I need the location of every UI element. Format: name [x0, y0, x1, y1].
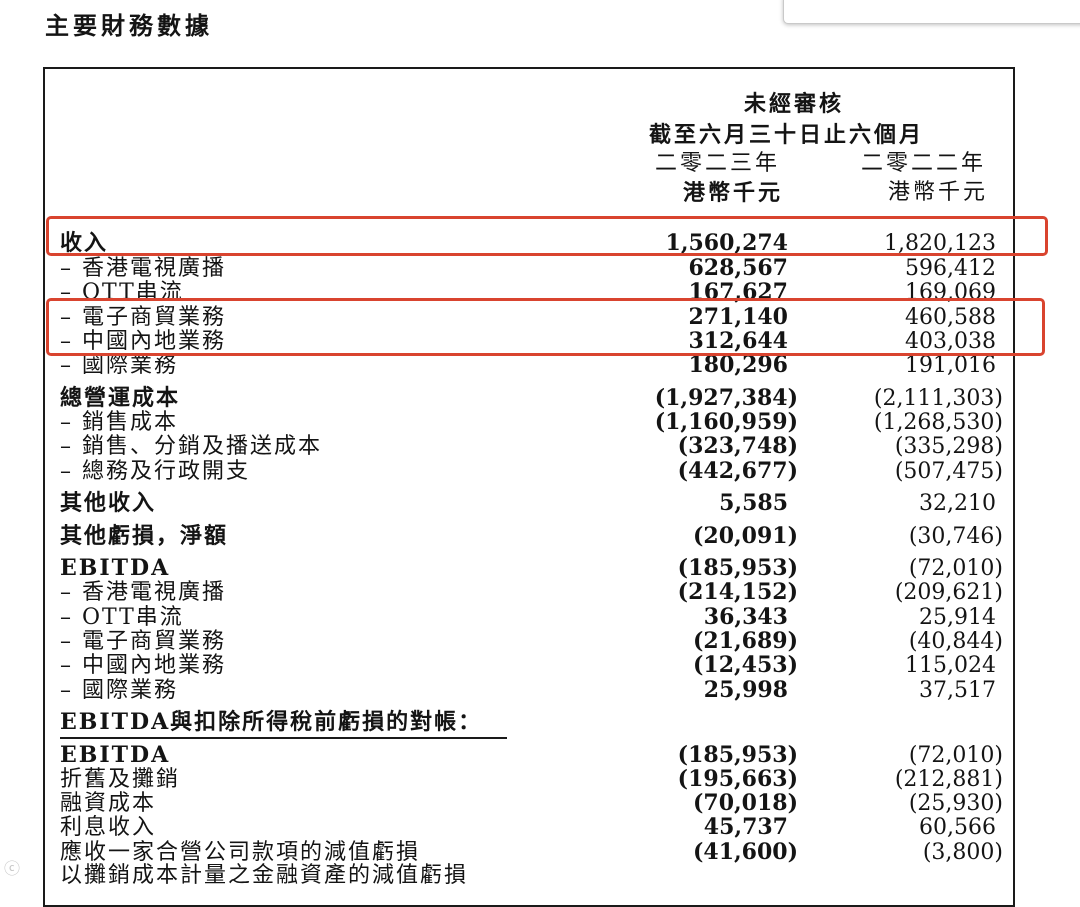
value-2022: (1,268,530): [873, 410, 1003, 435]
section-underline: [60, 737, 507, 739]
header-year-2023: 二零二三年: [655, 151, 781, 176]
row-label: 總營運成本: [60, 385, 181, 411]
header-unit-2022: 港幣千元: [888, 180, 989, 205]
value-2023: (214,152): [677, 579, 798, 605]
table-row: 融資成本 (70,018) (25,930): [0, 790, 1080, 817]
highlight-revenue-box: [46, 216, 1048, 256]
table-row: 其他虧損，淨額 (20,091) (30,746): [0, 523, 1080, 550]
table-row: EBITDA與扣除所得稅前虧損的對帳：: [0, 710, 1080, 735]
table-row: – 國際業務 180,296 191,016: [0, 352, 1080, 379]
value-2022: (507,475): [894, 459, 1003, 484]
value-2022: 60,566: [919, 815, 996, 840]
value-2022: (2,111,303): [873, 386, 1003, 411]
value-2023: (70,018): [692, 790, 798, 816]
value-2023: 5,585: [719, 490, 788, 516]
value-2023: (12,453): [692, 652, 798, 678]
overlay-popup: [783, 0, 1080, 24]
table-row: – 銷售成本 (1,160,959) (1,268,530): [0, 409, 1080, 436]
row-label: 其他虧損，淨額: [60, 523, 229, 549]
row-label: 應收一家合營公司款項的減值虧損: [60, 840, 421, 865]
value-2023: (21,689): [692, 628, 798, 654]
row-label: – 銷售成本: [60, 410, 178, 435]
highlight-segments-box: [46, 298, 1045, 356]
value-2023: 628,567: [688, 255, 788, 281]
header-unaudited: 未經審核: [744, 91, 845, 117]
row-label: 以攤銷成本計量之金融資產的減值虧損: [60, 863, 469, 888]
row-label: – OTT串流: [60, 605, 184, 630]
value-2023: (442,677): [677, 458, 798, 484]
watermark: ⓒ: [4, 859, 21, 878]
table-row: – 總務及行政開支 (442,677) (507,475): [0, 458, 1080, 485]
row-label: – 國際業務: [60, 678, 178, 703]
row-label: – 電子商貿業務: [60, 629, 226, 654]
row-label: – 國際業務: [60, 353, 178, 378]
value-2023: 180,296: [688, 352, 788, 378]
table-row: 折舊及攤銷 (195,663) (212,881): [0, 766, 1080, 793]
row-label: – 銷售、分銷及播送成本: [60, 434, 322, 459]
value-2023: (185,953): [677, 555, 798, 581]
value-2023: 25,998: [703, 677, 788, 703]
table-row: 以攤銷成本計量之金融資產的減值虧損: [0, 863, 1080, 888]
value-2022: (335,298): [894, 434, 1003, 459]
table-row: 利息收入 45,737 60,566: [0, 814, 1080, 841]
row-label: 其他收入: [60, 490, 157, 516]
value-2022: (72,010): [908, 743, 1003, 768]
row-label: – 香港電視廣播: [60, 580, 226, 605]
value-2022: (40,844): [908, 629, 1003, 654]
value-2023: (20,091): [692, 523, 798, 549]
value-2022: (212,881): [894, 767, 1003, 792]
value-2023: 45,737: [703, 814, 788, 840]
table-row: – 銷售、分銷及播送成本 (323,748) (335,298): [0, 433, 1080, 460]
value-2022: 596,412: [905, 256, 996, 281]
value-2023: (195,663): [677, 766, 798, 792]
value-2022: (3,800): [922, 840, 1003, 865]
row-label: 融資成本: [60, 791, 157, 816]
value-2022: (30,746): [908, 524, 1003, 549]
row-label: 折舊及攤銷: [60, 767, 181, 792]
value-2022: (209,621): [894, 580, 1003, 605]
value-2022: 32,210: [919, 491, 996, 516]
value-2022: (72,010): [908, 556, 1003, 581]
table-row: – 香港電視廣播 628,567 596,412: [0, 255, 1080, 282]
section-heading: EBITDA與扣除所得稅前虧損的對帳：: [60, 709, 483, 735]
row-label: – 香港電視廣播: [60, 256, 226, 281]
value-2023: (1,160,959): [654, 409, 798, 435]
value-2023: (323,748): [677, 433, 798, 459]
value-2022: 191,016: [905, 353, 996, 378]
value-2022: 25,914: [919, 605, 996, 630]
value-2023: 36,343: [703, 604, 788, 630]
value-2023: (1,927,384): [654, 385, 798, 411]
row-label: – 中國內地業務: [60, 653, 226, 678]
table-row: – OTT串流 36,343 25,914: [0, 604, 1080, 631]
table-row: EBITDA (185,953) (72,010): [0, 742, 1080, 769]
header-year-2022: 二零二二年: [861, 151, 987, 176]
value-2022: 115,024: [905, 653, 996, 678]
table-row: – 香港電視廣播 (214,152) (209,621): [0, 579, 1080, 606]
value-2023: (41,600): [692, 839, 798, 865]
table-row: EBITDA (185,953) (72,010): [0, 555, 1080, 582]
table-row: – 國際業務 25,998 37,517: [0, 677, 1080, 704]
row-label: – 總務及行政開支: [60, 459, 250, 484]
header-period: 截至六月三十日止六個月: [649, 122, 925, 148]
table-row: 其他收入 5,585 32,210: [0, 490, 1080, 517]
value-2023: (185,953): [677, 742, 798, 768]
row-label: EBITDA: [60, 742, 171, 768]
value-2022: (25,930): [908, 791, 1003, 816]
table-row: – 電子商貿業務 (21,689) (40,844): [0, 628, 1080, 655]
document-title: 主要財務數據: [45, 11, 213, 40]
row-label: 利息收入: [60, 815, 157, 840]
table-row: 應收一家合營公司款項的減值虧損 (41,600) (3,800): [0, 839, 1080, 866]
table-row: – 中國內地業務 (12,453) 115,024: [0, 652, 1080, 679]
header-unit-2023: 港幣千元: [683, 180, 784, 206]
value-2022: 37,517: [919, 678, 996, 703]
row-label: EBITDA: [60, 555, 171, 581]
table-row: 總營運成本 (1,927,384) (2,111,303): [0, 385, 1080, 412]
